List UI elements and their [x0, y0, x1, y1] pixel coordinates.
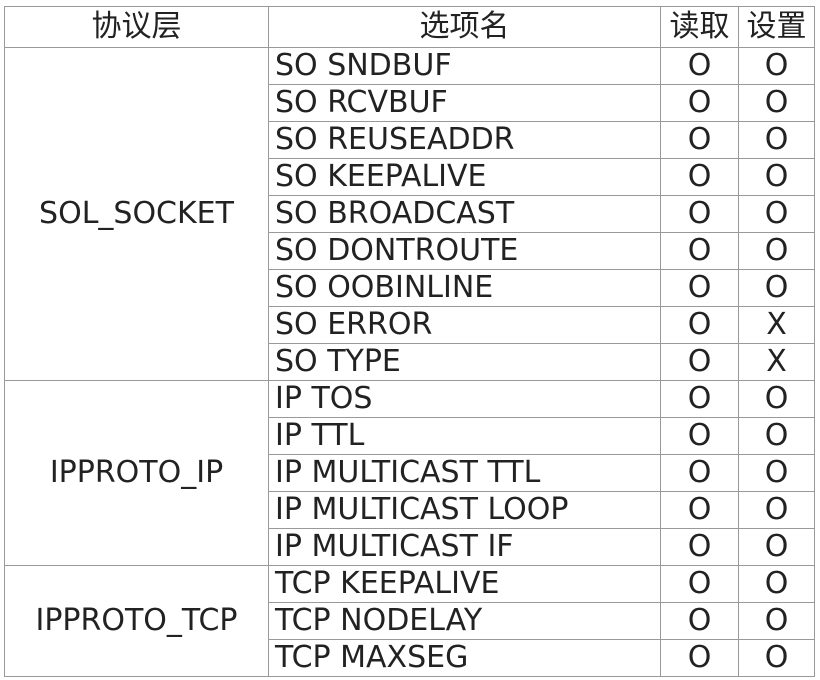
set-flag-cell: O	[738, 417, 815, 455]
get-flag-cell: O	[660, 121, 739, 159]
get-flag-cell: O	[660, 343, 739, 381]
get-flag-cell: O	[660, 195, 739, 233]
set-flag-cell: O	[738, 380, 815, 418]
set-flag-cell: O	[738, 528, 815, 566]
option-name-cell: IP MULTICAST TTL	[268, 454, 661, 492]
set-flag-cell: O	[738, 121, 815, 159]
get-flag-cell: O	[660, 306, 739, 344]
option-name-cell: IP TOS	[268, 380, 661, 418]
set-flag-cell: O	[738, 47, 815, 85]
get-flag-cell: O	[660, 158, 739, 196]
get-flag-cell: O	[660, 491, 739, 529]
get-flag-cell: O	[660, 232, 739, 270]
get-flag-cell: O	[660, 639, 739, 677]
option-name-cell: SO KEEPALIVE	[268, 158, 661, 196]
get-flag-cell: O	[660, 417, 739, 455]
header-get: 读取	[660, 6, 739, 48]
socket-options-table: 协议层 选项名 读取 设置 SOL_SOCKET SO SNDBUF O O S…	[4, 6, 815, 677]
set-flag-cell: O	[738, 602, 815, 640]
table-row: IPPROTO_TCP TCP KEEPALIVE O O	[4, 565, 815, 677]
option-name-cell: IP MULTICAST LOOP	[268, 491, 661, 529]
protocol-level-cell: IPPROTO_IP	[4, 380, 269, 566]
header-row: 协议层 选项名 读取 设置	[4, 6, 815, 48]
option-name-cell: SO SNDBUF	[268, 47, 661, 85]
option-name-cell: SO DONTROUTE	[268, 232, 661, 270]
set-flag-cell: O	[738, 232, 815, 270]
set-flag-cell: O	[738, 639, 815, 677]
option-name-cell: SO REUSEADDR	[268, 121, 661, 159]
get-flag-cell: O	[660, 565, 739, 603]
option-name-cell: SO BROADCAST	[268, 195, 661, 233]
option-name-cell: IP MULTICAST IF	[268, 528, 661, 566]
get-flag-cell: O	[660, 454, 739, 492]
option-name-cell: TCP NODELAY	[268, 602, 661, 640]
protocol-level-cell: IPPROTO_TCP	[4, 565, 269, 677]
option-name-cell: TCP MAXSEG	[268, 639, 661, 677]
option-name-cell: SO ERROR	[268, 306, 661, 344]
table-row: IPPROTO_IP IP TOS O O	[4, 380, 815, 566]
set-flag-cell: O	[738, 565, 815, 603]
set-flag-cell: X	[738, 306, 815, 344]
header-option: 选项名	[268, 6, 661, 48]
header-level: 协议层	[4, 6, 269, 48]
set-flag-cell: O	[738, 84, 815, 122]
get-flag-cell: O	[660, 47, 739, 85]
table-row: SOL_SOCKET SO SNDBUF O O	[4, 47, 815, 381]
option-name-cell: SO TYPE	[268, 343, 661, 381]
set-flag-cell: O	[738, 454, 815, 492]
get-flag-cell: O	[660, 380, 739, 418]
option-name-cell: SO RCVBUF	[268, 84, 661, 122]
option-name-cell: IP TTL	[268, 417, 661, 455]
set-flag-cell: O	[738, 269, 815, 307]
option-name-cell: SO OOBINLINE	[268, 269, 661, 307]
get-flag-cell: O	[660, 602, 739, 640]
get-flag-cell: O	[660, 84, 739, 122]
set-flag-cell: O	[738, 195, 815, 233]
get-flag-cell: O	[660, 269, 739, 307]
set-flag-cell: O	[738, 491, 815, 529]
protocol-level-cell: SOL_SOCKET	[4, 47, 269, 381]
get-flag-cell: O	[660, 528, 739, 566]
header-set: 设置	[738, 6, 815, 48]
option-name-cell: TCP KEEPALIVE	[268, 565, 661, 603]
set-flag-cell: O	[738, 158, 815, 196]
set-flag-cell: X	[738, 343, 815, 381]
